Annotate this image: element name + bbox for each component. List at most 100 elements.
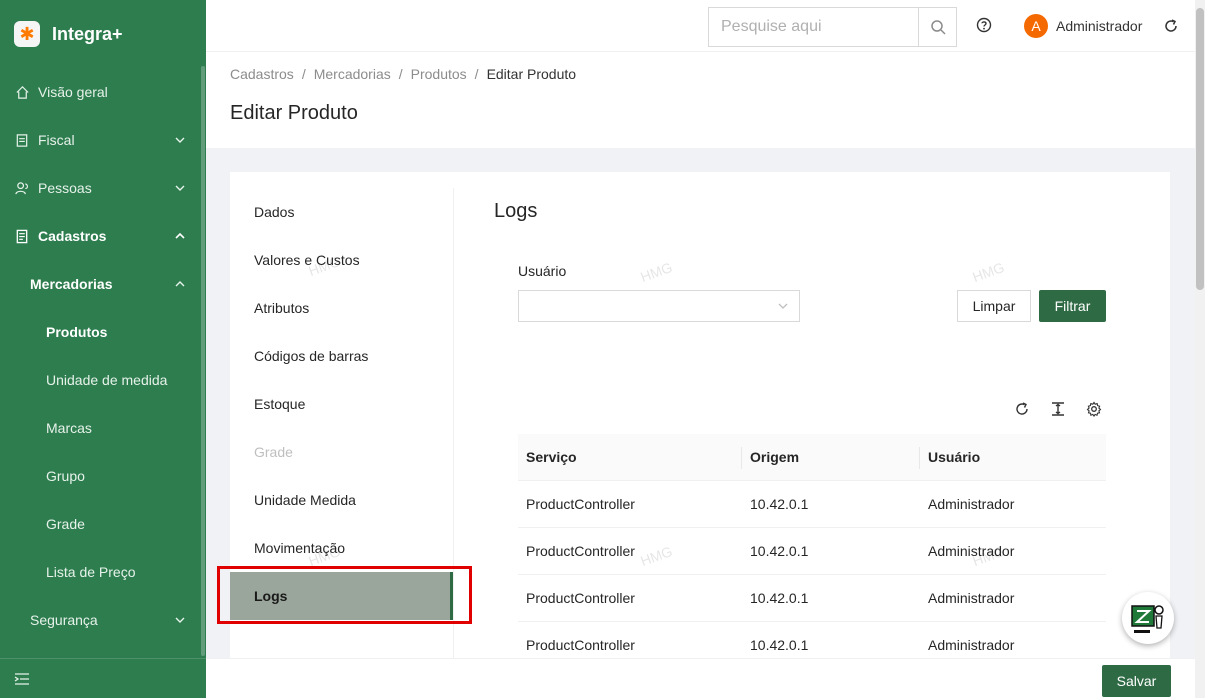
chevron-up-icon: [175, 232, 185, 239]
logs-table: Serviço Origem Usuário ProductController…: [518, 434, 1106, 658]
form-icon: [14, 228, 30, 244]
app-logo-icon: ✱: [14, 21, 40, 47]
watermark: HMG: [970, 258, 1007, 286]
table-row[interactable]: ProductController 10.42.0.1 Administrado…: [518, 622, 1106, 658]
sidebar-item-cadastros[interactable]: Cadastros: [0, 212, 206, 260]
watermark: HMG: [638, 258, 675, 286]
refresh-table-button[interactable]: [1014, 401, 1030, 420]
sidebar-item-grupo[interactable]: Grupo: [0, 452, 206, 500]
column-header-usuario[interactable]: Usuário: [920, 449, 1106, 465]
app-name: Integra+: [52, 23, 123, 44]
sidebar-item-label: Unidade de medida: [46, 372, 168, 388]
sidebar-item-label: Lista de Preço: [46, 564, 136, 580]
tab-codigos-de-barras[interactable]: Códigos de barras: [230, 332, 453, 380]
floating-assistant-button[interactable]: [1122, 592, 1174, 644]
sidebar-item-fiscal[interactable]: Fiscal: [0, 116, 206, 164]
top-header: A Administrador: [206, 0, 1195, 52]
sidebar-item-label: Grade: [46, 516, 85, 532]
sidebar-item-label: Cadastros: [38, 228, 107, 244]
cell-origem: 10.42.0.1: [750, 637, 809, 653]
sidebar-item-label: Mercadorias: [30, 276, 113, 292]
user-filter-select[interactable]: [518, 290, 800, 322]
breadcrumb-link[interactable]: Cadastros: [230, 66, 294, 82]
sidebar-item-label: Produtos: [46, 324, 108, 340]
sidebar-item-label: Visão geral: [38, 84, 108, 100]
username[interactable]: Administrador: [1056, 18, 1142, 34]
cell-usuario: Administrador: [928, 496, 1015, 512]
sidebar-item-label: Fiscal: [38, 132, 75, 148]
menu-fold-icon: [14, 672, 29, 685]
logs-title: Logs: [494, 200, 538, 222]
cell-servico: ProductController: [526, 590, 635, 606]
cell-usuario: Administrador: [928, 543, 1015, 559]
page-title: Editar Produto: [230, 102, 358, 124]
density-button[interactable]: [1050, 401, 1066, 420]
scrollbar-thumb[interactable]: [1196, 8, 1204, 290]
user-filter-label: Usuário: [518, 263, 567, 279]
column-header-origem[interactable]: Origem: [742, 447, 920, 469]
column-height-icon: [1052, 402, 1064, 416]
chevron-down-icon: [778, 303, 788, 309]
tab-movimentacao[interactable]: Movimentação: [230, 524, 453, 572]
tab-estoque[interactable]: Estoque: [230, 380, 453, 428]
tab-valores-e-custos[interactable]: Valores e Custos: [230, 236, 453, 284]
sidebar-item-unidade-de-medida[interactable]: Unidade de medida: [0, 356, 206, 404]
sidebar-item-pessoas[interactable]: Pessoas: [0, 164, 206, 212]
sidebar-item-mercadorias[interactable]: Mercadorias: [0, 260, 206, 308]
search-box: [708, 7, 957, 47]
sidebar-item-marcas[interactable]: Marcas: [0, 404, 206, 452]
cell-usuario: Administrador: [928, 590, 1015, 606]
search-input[interactable]: [709, 8, 918, 46]
breadcrumb: Cadastros / Mercadorias / Produtos / Editar Pr…: [230, 66, 577, 82]
tab-grade: Grade: [254, 444, 293, 460]
assistant-icon: [1131, 605, 1164, 633]
cell-origem: 10.42.0.1: [750, 590, 809, 606]
table-row[interactable]: ProductController 10.42.0.1 Administrado…: [518, 528, 1106, 575]
column-header-servico[interactable]: Serviço: [518, 447, 742, 469]
tab-unidade-medida[interactable]: Unidade Medida: [230, 476, 453, 524]
reload-button[interactable]: [1163, 18, 1179, 37]
sidebar-item-lista-de-preco[interactable]: Lista de Preço: [0, 548, 206, 596]
cell-origem: 10.42.0.1: [750, 543, 809, 559]
page-header: Cadastros / Mercadorias / Produtos / Editar Pr…: [206, 52, 1195, 148]
filter-button[interactable]: Filtrar: [1039, 290, 1106, 322]
sidebar-item-label: Pessoas: [38, 180, 92, 196]
breadcrumb-link[interactable]: Mercadorias: [314, 66, 391, 82]
page-scrollbar[interactable]: [1195, 0, 1205, 698]
sidebar-item-produtos[interactable]: Produtos: [0, 308, 206, 356]
save-button[interactable]: Salvar: [1102, 665, 1171, 697]
search-button[interactable]: [918, 8, 956, 46]
question-circle-icon: [976, 17, 992, 33]
cell-origem: 10.42.0.1: [750, 496, 809, 512]
search-icon: [930, 20, 946, 35]
sidebar-item-grade[interactable]: Grade: [0, 500, 206, 548]
chevron-down-icon: [175, 137, 185, 143]
cell-usuario: Administrador: [928, 637, 1015, 653]
sidebar-scrollbar[interactable]: [201, 66, 205, 656]
reload-icon: [1165, 19, 1177, 32]
sidebar-item-visao-geral[interactable]: Visão geral: [0, 68, 206, 116]
avatar[interactable]: A: [1024, 14, 1048, 38]
help-button[interactable]: [976, 17, 992, 36]
cell-servico: ProductController: [526, 543, 635, 559]
tab-dados[interactable]: Dados: [230, 188, 453, 236]
breadcrumb-link[interactable]: Produtos: [411, 66, 467, 82]
collapse-sidebar-button[interactable]: [0, 658, 206, 698]
users-icon: [14, 180, 30, 196]
settings-button[interactable]: [1086, 401, 1102, 420]
document-icon: [14, 132, 30, 148]
table-header: Serviço Origem Usuário: [518, 434, 1106, 481]
gear-icon: [1086, 401, 1102, 417]
sidebar-item-label: Grupo: [46, 468, 85, 484]
table-row[interactable]: ProductController 10.42.0.1 Administrado…: [518, 481, 1106, 528]
sidebar-item-label: Marcas: [46, 420, 92, 436]
sidebar-item-seguranca[interactable]: Segurança: [0, 596, 206, 644]
brand[interactable]: ✱ Integra+: [0, 0, 206, 68]
clear-button[interactable]: Limpar: [957, 290, 1031, 322]
tab-atributos[interactable]: Atributos: [230, 284, 453, 332]
cell-servico: ProductController: [526, 496, 635, 512]
chevron-down-icon: [175, 185, 185, 191]
table-row[interactable]: ProductController 10.42.0.1 Administrado…: [518, 575, 1106, 622]
footer-bar: Salvar: [206, 658, 1195, 698]
chevron-up-icon: [175, 281, 185, 287]
